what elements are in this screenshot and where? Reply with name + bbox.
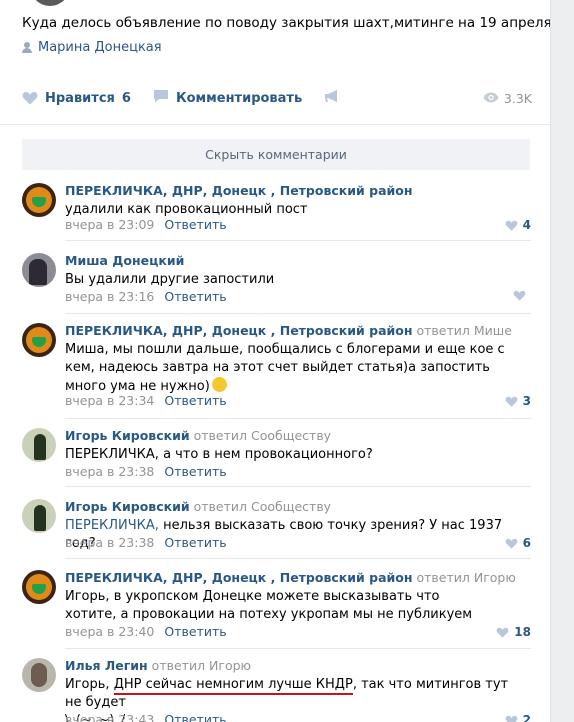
comment-replied-to[interactable]: ответил Мише [417, 323, 512, 338]
comment-author[interactable]: Миша Донецкий [65, 253, 184, 268]
comment-text: Игорь, в укропском Донецке можете высказ… [65, 589, 473, 622]
reply-link[interactable]: Ответить [164, 289, 226, 304]
comment-like-button[interactable]: 3 [505, 394, 531, 408]
comment-like-button[interactable]: 4 [505, 218, 531, 232]
avatar[interactable] [22, 570, 56, 604]
comment-author[interactable]: Игорь Кировский [65, 428, 190, 443]
heart-icon [505, 715, 517, 722]
comment-text: ПЕРЕКЛИЧКА, а что в нем провокационного? [65, 447, 373, 462]
comment-text: Миша, мы пошли дальше, пообщались с блог… [65, 342, 505, 394]
comment-time[interactable]: вчера в 23:43 [65, 712, 154, 722]
user-icon [22, 42, 32, 53]
post-author-avatar[interactable] [30, 0, 70, 6]
reply-link[interactable]: Ответить [164, 712, 226, 722]
comment-time[interactable]: вчера в 23:34 [65, 393, 154, 408]
like-count: 6 [121, 90, 131, 106]
eye-icon [483, 91, 499, 106]
comment-time[interactable]: вчера в 23:09 [65, 217, 154, 232]
comment-replied-to[interactable]: ответил Сообществу [194, 499, 331, 514]
heart-icon [505, 396, 517, 407]
comment-time[interactable]: вчера в 23:38 [65, 535, 154, 550]
post-text: Куда делось объявление по поводу закрыти… [22, 15, 551, 31]
reply-link[interactable]: Ответить [164, 393, 226, 408]
heart-icon [505, 538, 517, 549]
heart-icon [22, 91, 38, 105]
divider [0, 124, 550, 125]
comment-separator [65, 240, 531, 241]
comment-like-count: 2 [522, 713, 531, 722]
comment-separator [65, 418, 531, 419]
post-actions: Нравится 6 Комментировать 3.3K [22, 87, 532, 109]
comment-separator [65, 486, 531, 487]
views-counter: 3.3K [483, 91, 532, 106]
avatar[interactable] [22, 428, 56, 462]
heart-icon [496, 627, 509, 638]
like-button[interactable]: Нравится 6 [22, 91, 131, 106]
post-card: Куда делось объявление по поводу закрыти… [0, 0, 551, 722]
reply-link[interactable]: Ответить [164, 464, 226, 479]
comment-separator [65, 313, 531, 314]
comment-separator [65, 558, 531, 559]
avatar[interactable] [22, 323, 56, 357]
hide-comments-button[interactable]: Скрыть комментарии [22, 139, 530, 170]
comment-author[interactable]: Илья Легин [65, 658, 148, 673]
comment-replied-to[interactable]: ответил Игорю [152, 658, 251, 673]
heart-icon [505, 220, 517, 231]
comment-separator [65, 648, 531, 649]
comment-author[interactable]: ПЕРЕКЛИЧКА, ДНР, Донецк , Петровский рай… [65, 323, 413, 338]
post-signer[interactable]: Марина Донецкая [22, 40, 162, 55]
post-signer-name[interactable]: Марина Донецкая [38, 40, 162, 55]
reply-link[interactable]: Ответить [164, 535, 226, 550]
comment-like-button[interactable]: 18 [496, 625, 531, 639]
comment-label: Комментировать [175, 90, 303, 106]
views-count: 3.3K [503, 90, 532, 106]
comment-like-count: 4 [522, 218, 531, 232]
comment-text: Вы удалили другие запостили [65, 272, 275, 287]
comment-author[interactable]: Игорь Кировский [65, 499, 190, 514]
comment-replied-to[interactable]: ответил Сообществу [194, 428, 331, 443]
like-label: Нравится [45, 90, 115, 106]
comment-like-count: 3 [522, 394, 531, 408]
comment-time[interactable]: вчера в 23:40 [65, 624, 154, 639]
comment-time[interactable]: вчера в 23:16 [65, 289, 154, 304]
avatar[interactable] [22, 253, 56, 287]
reply-link[interactable]: Ответить [164, 624, 226, 639]
megaphone-icon [324, 89, 340, 107]
comment-like-count: 6 [522, 536, 531, 550]
comment-author[interactable]: ПЕРЕКЛИЧКА, ДНР, Донецк , Петровский рай… [65, 183, 413, 198]
comment-icon [153, 89, 169, 107]
avatar[interactable] [22, 499, 56, 533]
comment-button[interactable]: Комментировать [153, 89, 302, 107]
comment-author[interactable]: ПЕРЕКЛИЧКА, ДНР, Донецк , Петровский рай… [65, 570, 413, 585]
share-button[interactable] [324, 89, 340, 107]
emoji-icon [211, 377, 227, 392]
avatar[interactable] [22, 183, 56, 217]
comment-like-count: 18 [514, 625, 531, 639]
reply-link[interactable]: Ответить [164, 217, 226, 232]
comment-like-button[interactable]: 6 [505, 536, 531, 550]
comment-time[interactable]: вчера в 23:38 [65, 464, 154, 479]
comment-replied-to[interactable]: ответил Игорю [417, 570, 516, 585]
comment-like-button[interactable]: 2 [505, 713, 531, 722]
highlighted-text: ДНР сейчас немногим лучше КНДР [113, 677, 353, 692]
heart-icon [513, 290, 526, 301]
comment-like-button[interactable] [513, 290, 531, 301]
avatar[interactable] [22, 658, 56, 692]
